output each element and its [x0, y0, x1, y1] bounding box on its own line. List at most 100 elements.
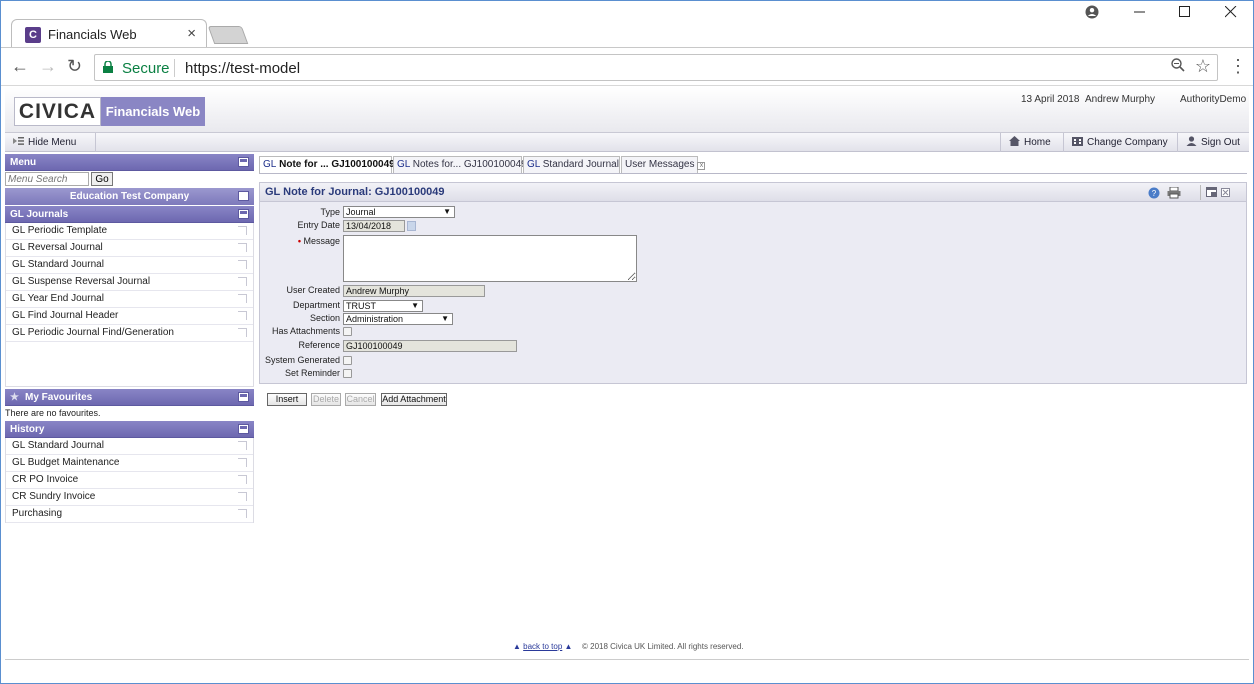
department-value: TRUST	[346, 301, 376, 311]
open-link-icon	[238, 260, 247, 269]
system-generated-checkbox[interactable]	[343, 356, 352, 365]
entry-date-field[interactable]: 13/04/2018	[343, 220, 405, 232]
collapse-panel-icon[interactable]	[238, 424, 249, 434]
close-tab-icon[interactable]: x	[697, 162, 706, 170]
history-item[interactable]: CR Sundry Invoice	[6, 489, 253, 506]
type-select[interactable]: Journal ▼	[343, 206, 455, 218]
print-icon[interactable]	[1167, 186, 1181, 199]
history-list: GL Standard Journal GL Budget Maintenanc…	[5, 438, 254, 523]
menu-item[interactable]: GL Periodic Template	[6, 223, 253, 240]
help-icon[interactable]: ?	[1148, 187, 1160, 199]
reference-label: Reference	[298, 340, 340, 350]
app-header: CIVICA Financials Web 13 April 2018 Andr…	[5, 87, 1249, 133]
page-bottom-divider	[5, 659, 1249, 660]
menu-item[interactable]: GL Periodic Journal Find/Generation	[6, 325, 253, 342]
menu-item-label: GL Standard Journal	[12, 259, 104, 270]
toolbar-divider	[95, 133, 96, 152]
app-toolbar: Hide Menu Home Change Company Sign Out	[5, 133, 1249, 152]
close-window-icon[interactable]	[1224, 5, 1237, 23]
history-item-label: GL Budget Maintenance	[12, 457, 120, 468]
open-link-icon	[238, 294, 247, 303]
history-item[interactable]: Purchasing	[6, 506, 253, 523]
history-header: History	[5, 421, 254, 438]
history-item-label: GL Standard Journal	[12, 440, 104, 451]
browser-menu-icon[interactable]: ⋮	[1229, 56, 1247, 77]
history-item-label: CR Sundry Invoice	[12, 491, 96, 502]
new-tab-button[interactable]	[207, 26, 249, 44]
tab-standard-journal[interactable]: GL Standard Journalx	[523, 156, 630, 173]
menu-item[interactable]: GL Suspense Reversal Journal	[6, 274, 253, 291]
zoom-icon[interactable]	[1171, 58, 1185, 77]
collapse-panel-icon[interactable]	[238, 157, 249, 167]
company-name: Education Test Company	[69, 191, 190, 202]
address-bar[interactable]: Secure https://test-model ☆	[94, 54, 1218, 81]
sign-out-button[interactable]: Sign Out	[1186, 136, 1240, 148]
tab-prefix: GL	[263, 159, 277, 170]
history-item-label: Purchasing	[12, 508, 63, 519]
open-link-icon	[238, 458, 247, 467]
hide-menu-label: Hide Menu	[28, 137, 77, 148]
calendar-icon[interactable]	[407, 221, 416, 231]
menu-search-input[interactable]	[5, 172, 89, 186]
menu-item[interactable]: GL Reversal Journal	[6, 240, 253, 257]
home-button[interactable]: Home	[1009, 136, 1051, 148]
favourites-header: ★ My Favourites	[5, 389, 254, 406]
set-reminder-label: Set Reminder	[284, 368, 340, 378]
set-reminder-checkbox[interactable]	[343, 369, 352, 378]
restore-panel-icon[interactable]	[1206, 187, 1218, 198]
user-sign-out-icon	[1186, 136, 1197, 146]
cancel-button[interactable]: Cancel	[345, 393, 376, 406]
tab-note-for-journal[interactable]: GL Note for ... GJ100100049x	[259, 156, 406, 174]
menu-item-label: GL Periodic Template	[12, 225, 108, 236]
department-select[interactable]: TRUST ▼	[343, 300, 423, 312]
menu-item[interactable]: GL Standard Journal	[6, 257, 253, 274]
company-bar: Education Test Company	[5, 188, 254, 205]
forward-arrow-icon[interactable]: →	[39, 56, 57, 77]
insert-button[interactable]: Insert	[267, 393, 307, 406]
back-to-top-text[interactable]: back to top	[523, 642, 562, 651]
add-attachment-button[interactable]: Add Attachment	[381, 393, 447, 406]
civica-favicon-icon: C	[25, 27, 41, 43]
browser-tab[interactable]: C Financials Web ×	[11, 19, 207, 48]
minimize-icon[interactable]	[1134, 5, 1146, 23]
maximize-icon[interactable]	[1179, 5, 1191, 23]
favourites-empty: There are no favourites.	[5, 406, 254, 420]
home-icon	[1009, 136, 1020, 146]
menu-item[interactable]: GL Year End Journal	[6, 291, 253, 308]
back-to-top-link[interactable]: ▲ back to top ▲	[513, 642, 572, 651]
up-arrow-icon: ▲	[564, 642, 573, 651]
close-panel-icon[interactable]	[1221, 187, 1231, 198]
close-tab-icon[interactable]: ×	[187, 25, 196, 42]
menu-item[interactable]: GL Find Journal Header	[6, 308, 253, 325]
back-arrow-icon[interactable]: ←	[11, 56, 29, 77]
profile-icon[interactable]	[1085, 5, 1099, 24]
address-bar-row: ← → ↻ Secure https://test-model ☆ ⋮	[1, 47, 1253, 86]
has-attachments-checkbox[interactable]	[343, 327, 352, 336]
message-textarea[interactable]	[343, 235, 637, 282]
reference-field: GJ100100049	[343, 340, 517, 352]
open-link-icon	[238, 475, 247, 484]
company-panel-icon[interactable]	[238, 191, 249, 201]
civica-logo: CIVICA	[14, 97, 101, 126]
reload-icon[interactable]: ↻	[67, 56, 82, 77]
up-arrow-icon: ▲	[513, 642, 521, 651]
expand-section-icon[interactable]	[238, 209, 249, 219]
menu-spacer	[6, 342, 253, 387]
url-text[interactable]: https://test-model	[185, 60, 300, 77]
hide-menu-button[interactable]: Hide Menu	[13, 136, 76, 148]
lock-icon	[103, 60, 113, 73]
section-select[interactable]: Administration ▼	[343, 313, 453, 325]
delete-button[interactable]: Delete	[311, 393, 341, 406]
tab-user-messages[interactable]: User Messages x	[621, 156, 706, 173]
change-company-button[interactable]: Change Company	[1072, 136, 1168, 148]
open-link-icon	[238, 328, 247, 337]
has-attachments-label: Has Attachments	[271, 326, 340, 336]
history-item[interactable]: GL Standard Journal	[6, 438, 253, 455]
menu-header: Menu	[5, 154, 254, 171]
history-item[interactable]: GL Budget Maintenance	[6, 455, 253, 472]
history-item[interactable]: CR PO Invoice	[6, 472, 253, 489]
bookmark-star-icon[interactable]: ☆	[1195, 56, 1211, 77]
menu-search-go-button[interactable]: Go	[91, 172, 113, 186]
collapse-panel-icon[interactable]	[238, 392, 249, 402]
tab-notes-for-journal[interactable]: GL Notes for... GJ100100049x	[393, 156, 538, 173]
